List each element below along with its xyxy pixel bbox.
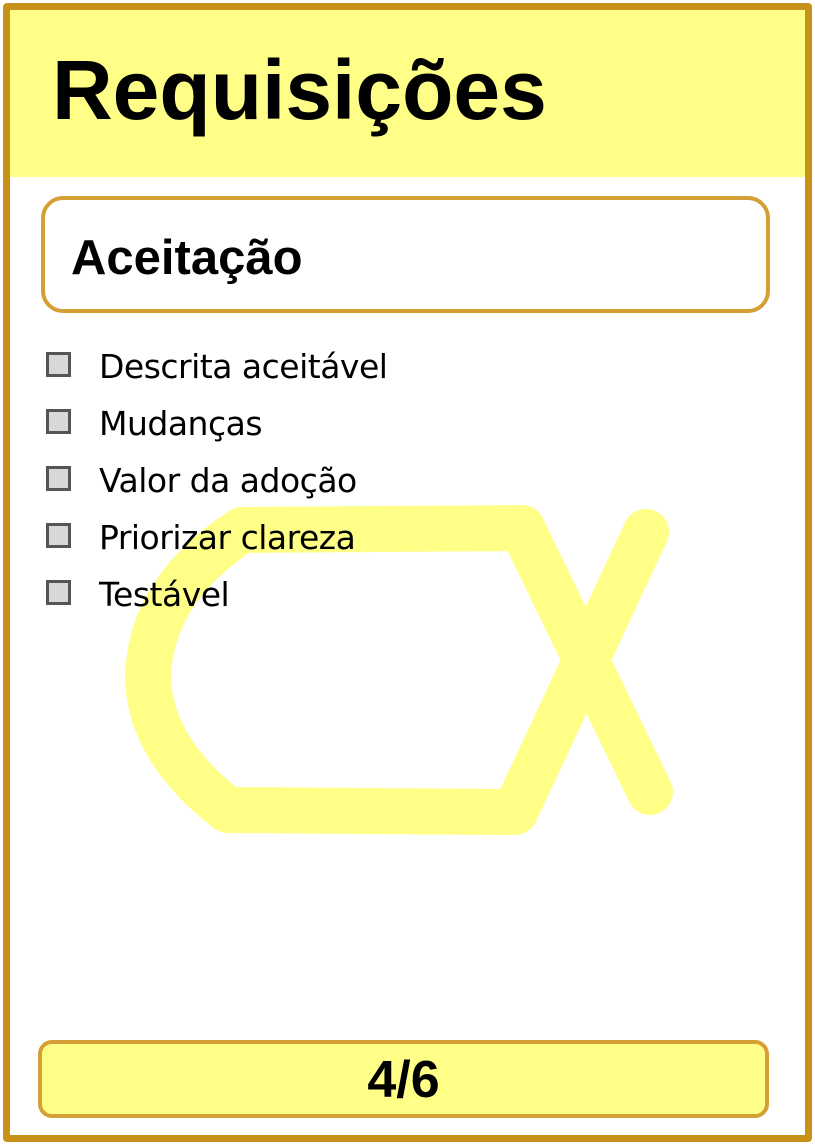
checklist-item-label: Priorizar clareza	[99, 518, 356, 557]
page-title: Requisições	[52, 43, 547, 137]
section-title: Aceitação	[71, 231, 303, 285]
checkbox[interactable]	[46, 409, 71, 434]
checklist-item-label: Descrita aceitável	[99, 347, 388, 386]
checkbox[interactable]	[46, 523, 71, 548]
card: Requisições Aceitação Descrita aceitável…	[3, 3, 812, 1142]
page-indicator: 4/6	[367, 1051, 440, 1109]
checklist: Descrita aceitável Mudanças Valor da ado…	[46, 347, 388, 635]
checklist-item-label: Valor da adoção	[99, 461, 357, 500]
checklist-item: Priorizar clareza	[46, 521, 387, 578]
header: Requisições	[10, 10, 805, 177]
checklist-item: Testável	[46, 578, 387, 635]
checklist-item: Valor da adoção	[46, 464, 387, 521]
checklist-item-label: Testável	[99, 575, 230, 614]
page-indicator-bar: 4/6	[38, 1040, 769, 1118]
checklist-item: Mudanças	[46, 407, 387, 464]
checkbox[interactable]	[46, 580, 71, 605]
checkbox[interactable]	[46, 466, 71, 491]
checkbox[interactable]	[46, 352, 71, 377]
checklist-item-label: Mudanças	[99, 404, 263, 443]
section-header: Aceitação	[41, 196, 770, 313]
checklist-item: Descrita aceitável	[46, 347, 388, 407]
